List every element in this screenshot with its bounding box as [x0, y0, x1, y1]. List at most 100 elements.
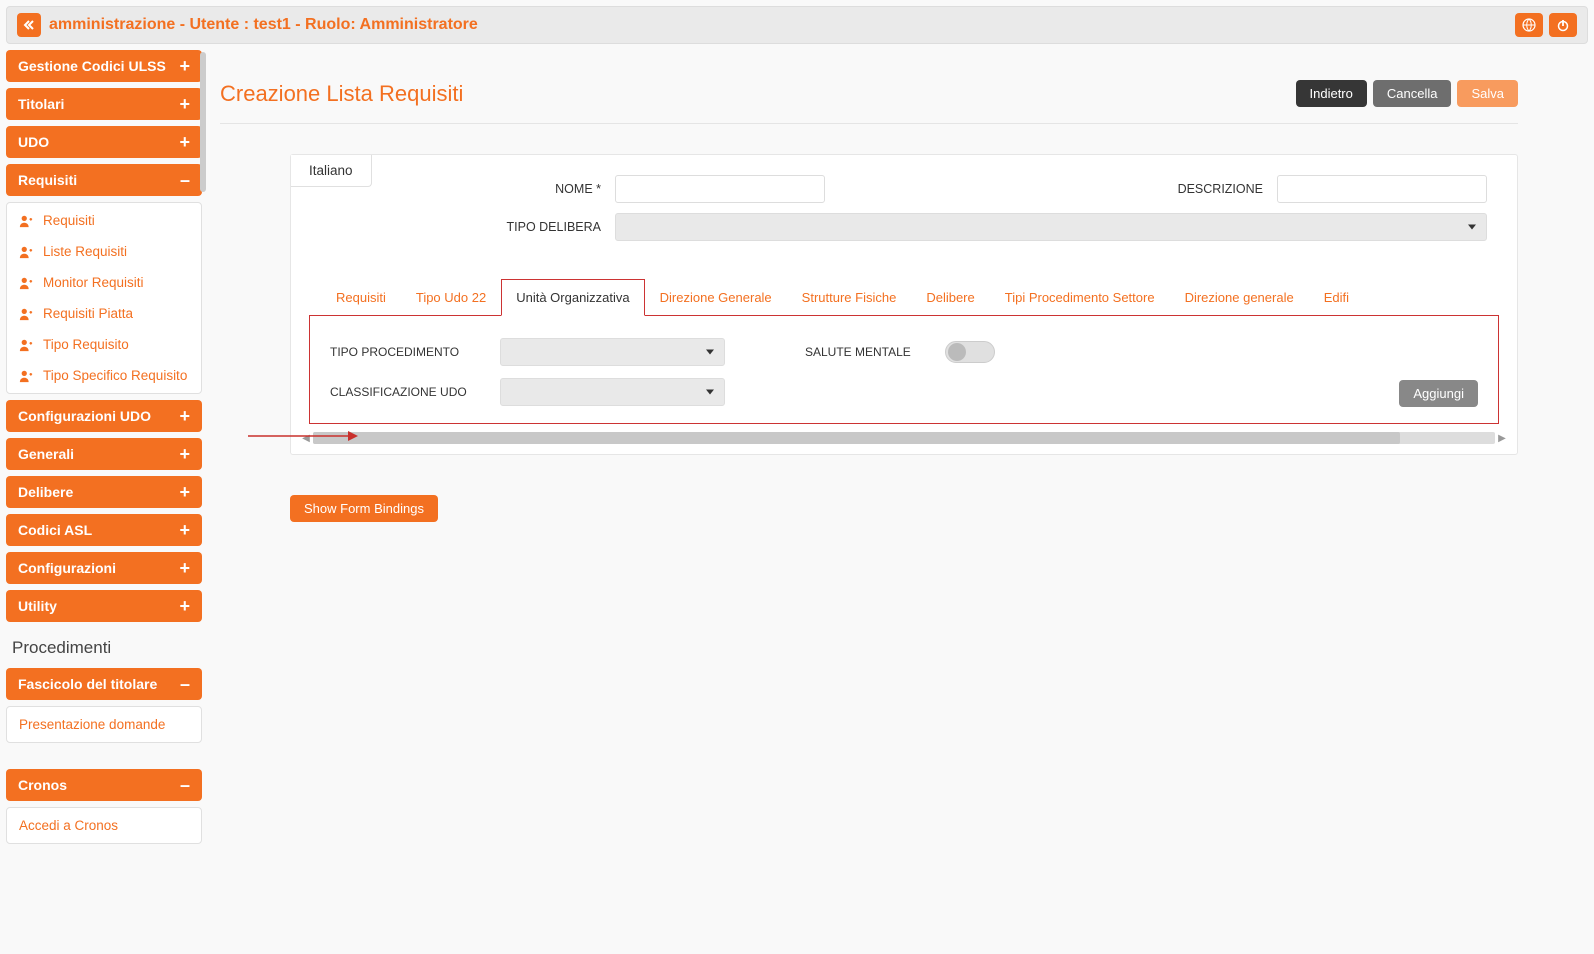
minus-icon: –	[180, 677, 190, 691]
person-icon	[19, 276, 35, 290]
back-button[interactable]: Indietro	[1296, 80, 1367, 107]
save-button[interactable]: Salva	[1457, 80, 1518, 107]
sidebar-item-label: Requisiti	[43, 213, 95, 228]
tab-direzione-generale[interactable]: Direzione Generale	[645, 279, 787, 316]
sidebar-items-requisiti: Requisiti Liste Requisiti Monitor Requis…	[6, 202, 202, 394]
descrizione-label: DESCRIZIONE	[1163, 182, 1263, 196]
sidebar-section-label: Fascicolo del titolare	[18, 676, 157, 692]
sidebar-item-label: Tipo Requisito	[43, 337, 129, 352]
scroll-right-icon: ▶	[1495, 431, 1509, 445]
app-title: amministrazione - Utente : test1 - Ruolo…	[49, 16, 478, 34]
sidebar-section-titolari[interactable]: Titolari +	[6, 88, 202, 120]
chevron-down-icon	[706, 350, 714, 355]
plus-icon: +	[179, 409, 190, 423]
sidebar-item-tipo-requisito[interactable]: Tipo Requisito	[7, 329, 201, 360]
plus-icon: +	[179, 561, 190, 575]
sidebar-item-presentazione-domande[interactable]: Presentazione domande	[7, 709, 201, 740]
chevron-down-icon	[706, 390, 714, 395]
tab-requisiti[interactable]: Requisiti	[321, 279, 401, 316]
vertical-scrollbar-thumb[interactable]	[200, 52, 206, 192]
sidebar-section-label: Utility	[18, 598, 57, 614]
sidebar-section-label: Configurazioni UDO	[18, 408, 151, 424]
sidebar-item-label: Accedi a Cronos	[19, 818, 118, 833]
sidebar-item-liste-requisiti[interactable]: Liste Requisiti	[7, 236, 201, 267]
tab-edifi[interactable]: Edifi	[1309, 279, 1364, 316]
sidebar-section-configurazioni-udo[interactable]: Configurazioni UDO +	[6, 400, 202, 432]
sidebar-section-label: UDO	[18, 134, 49, 150]
sidebar-item-monitor-requisiti[interactable]: Monitor Requisiti	[7, 267, 201, 298]
procedimenti-title: Procedimenti	[6, 628, 202, 662]
sidebar-item-requisiti-piatta[interactable]: Requisiti Piatta	[7, 298, 201, 329]
tabstrip: Requisiti Tipo Udo 22 Unità Organizzativ…	[291, 245, 1517, 316]
sidebar-section-codici-asl[interactable]: Codici ASL +	[6, 514, 202, 546]
globe-button[interactable]	[1515, 13, 1543, 37]
sidebar-item-tipo-specifico-requisito[interactable]: Tipo Specifico Requisito	[7, 360, 201, 391]
tipo-procedimento-label: TIPO PROCEDIMENTO	[330, 345, 480, 359]
sidebar-section-label: Gestione Codici ULSS	[18, 58, 166, 74]
classificazione-udo-label: CLASSIFICAZIONE UDO	[330, 385, 480, 399]
tab-unita-organizzativa[interactable]: Unità Organizzativa	[501, 279, 644, 316]
tab-delibere[interactable]: Delibere	[911, 279, 989, 316]
sidebar-section-label: Delibere	[18, 484, 73, 500]
globe-icon	[1522, 18, 1536, 32]
person-icon	[19, 214, 35, 228]
tipo-delibera-select[interactable]	[615, 213, 1487, 241]
sidebar-section-udo[interactable]: UDO +	[6, 126, 202, 158]
sidebar-section-generali[interactable]: Generali +	[6, 438, 202, 470]
horizontal-scrollbar[interactable]: ◀ ▶	[299, 430, 1509, 446]
chevron-left-double-icon	[23, 19, 35, 31]
sidebar-item-requisiti[interactable]: Requisiti	[7, 205, 201, 236]
tab-strutture-fisiche[interactable]: Strutture Fisiche	[787, 279, 912, 316]
tipo-delibera-label: TIPO DELIBERA	[471, 220, 601, 234]
sidebar-section-utility[interactable]: Utility +	[6, 590, 202, 622]
scroll-left-icon: ◀	[299, 431, 313, 445]
tab-tipi-procedimento-settore[interactable]: Tipi Procedimento Settore	[990, 279, 1170, 316]
sidebar-section-label: Configurazioni	[18, 560, 116, 576]
scrollbar-track	[313, 432, 1495, 444]
sidebar-section-label: Generali	[18, 446, 74, 462]
tab-tipo-udo-22[interactable]: Tipo Udo 22	[401, 279, 501, 316]
page-title: Creazione Lista Requisiti	[220, 81, 463, 107]
sidebar-section-cronos[interactable]: Cronos –	[6, 769, 202, 801]
language-tab[interactable]: Italiano	[291, 155, 372, 187]
sidebar-item-label: Liste Requisiti	[43, 244, 127, 259]
person-icon	[19, 338, 35, 352]
form-card: Italiano NOME * DESCRIZIONE TIPO DELIBER…	[290, 154, 1518, 455]
nome-input[interactable]	[615, 175, 825, 203]
plus-icon: +	[179, 599, 190, 613]
nome-label: NOME *	[471, 182, 601, 196]
sidebar-section-requisiti[interactable]: Requisiti –	[6, 164, 202, 196]
classificazione-udo-select[interactable]	[500, 378, 725, 406]
salute-mentale-toggle[interactable]	[945, 341, 995, 363]
plus-icon: +	[179, 485, 190, 499]
sidebar-section-label: Cronos	[18, 777, 67, 793]
power-icon	[1556, 18, 1570, 32]
chevron-down-icon	[1468, 225, 1476, 230]
sidebar-section-gestione-codici[interactable]: Gestione Codici ULSS +	[6, 50, 202, 82]
sidebar-item-label: Tipo Specifico Requisito	[43, 368, 187, 383]
salute-mentale-label: SALUTE MENTALE	[805, 345, 925, 359]
plus-icon: +	[179, 59, 190, 73]
main-content: Creazione Lista Requisiti Indietro Cance…	[210, 50, 1588, 864]
sidebar-section-fascicolo[interactable]: Fascicolo del titolare –	[6, 668, 202, 700]
show-form-bindings-button[interactable]: Show Form Bindings	[290, 495, 438, 522]
person-icon	[19, 307, 35, 321]
sidebar-items-fascicolo: Presentazione domande	[6, 706, 202, 743]
sidebar-collapse-button[interactable]	[17, 13, 41, 37]
tipo-procedimento-select[interactable]	[500, 338, 725, 366]
descrizione-input[interactable]	[1277, 175, 1487, 203]
cancel-button[interactable]: Cancella	[1373, 80, 1452, 107]
sidebar-section-configurazioni[interactable]: Configurazioni +	[6, 552, 202, 584]
sidebar-items-cronos: Accedi a Cronos	[6, 807, 202, 844]
sidebar-item-accedi-cronos[interactable]: Accedi a Cronos	[7, 810, 201, 841]
sidebar-section-delibere[interactable]: Delibere +	[6, 476, 202, 508]
sidebar-item-label: Monitor Requisiti	[43, 275, 144, 290]
minus-icon: –	[180, 173, 190, 187]
tab-direzione-generale-2[interactable]: Direzione generale	[1170, 279, 1309, 316]
sidebar: Gestione Codici ULSS + Titolari + UDO + …	[6, 50, 202, 864]
sidebar-section-label: Codici ASL	[18, 522, 92, 538]
power-button[interactable]	[1549, 13, 1577, 37]
sidebar-item-label: Presentazione domande	[19, 717, 165, 732]
aggiungi-button[interactable]: Aggiungi	[1399, 380, 1478, 407]
scrollbar-thumb[interactable]	[313, 432, 1400, 444]
